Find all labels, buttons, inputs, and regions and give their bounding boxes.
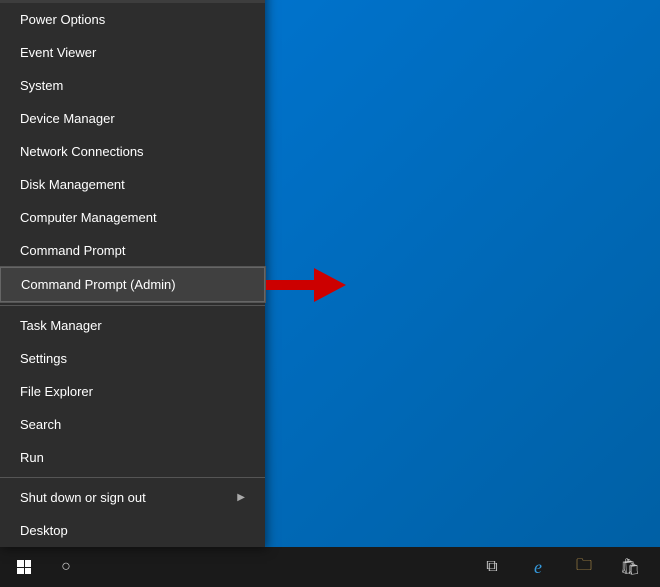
red-arrow-indicator bbox=[266, 268, 346, 302]
windows-logo-icon bbox=[17, 560, 31, 574]
taskbar-store-button[interactable]: 🛍 bbox=[608, 547, 652, 587]
menu-item-network-connections[interactable]: Network Connections bbox=[0, 135, 265, 168]
divider-2 bbox=[0, 477, 265, 478]
taskbar-file-explorer-button[interactable]: 🗀 bbox=[562, 547, 606, 587]
folder-icon: 🗀 bbox=[576, 554, 592, 581]
menu-item-file-explorer[interactable]: File Explorer bbox=[0, 375, 265, 408]
context-menu: Apps and Features Power Options Event Vi… bbox=[0, 0, 265, 547]
start-button[interactable] bbox=[0, 547, 48, 587]
menu-item-shut-down[interactable]: Shut down or sign out ▶ bbox=[0, 481, 265, 514]
taskbar-search-button[interactable]: ○ bbox=[48, 547, 84, 587]
menu-item-command-prompt[interactable]: Command Prompt bbox=[0, 234, 265, 267]
menu-item-disk-management[interactable]: Disk Management bbox=[0, 168, 265, 201]
submenu-chevron-icon: ▶ bbox=[237, 492, 245, 503]
taskbar-edge-button[interactable]: e bbox=[516, 547, 560, 587]
taskbar-task-view-button[interactable]: ⧉ bbox=[470, 547, 514, 587]
menu-item-power-options[interactable]: Power Options bbox=[0, 3, 265, 36]
menu-item-command-prompt-admin[interactable]: Command Prompt (Admin) bbox=[0, 267, 265, 302]
menu-item-device-manager[interactable]: Device Manager bbox=[0, 102, 265, 135]
taskbar: ○ ⧉ e 🗀 🛍 bbox=[0, 547, 660, 587]
menu-item-system[interactable]: System bbox=[0, 69, 265, 102]
search-icon: ○ bbox=[61, 558, 71, 576]
task-view-icon: ⧉ bbox=[486, 558, 497, 576]
menu-item-run[interactable]: Run bbox=[0, 441, 265, 474]
taskbar-icons-group: ⧉ e 🗀 🛍 bbox=[470, 547, 660, 587]
menu-item-computer-management[interactable]: Computer Management bbox=[0, 201, 265, 234]
menu-item-settings[interactable]: Settings bbox=[0, 342, 265, 375]
store-icon: 🛍 bbox=[620, 557, 640, 577]
divider-1 bbox=[0, 305, 265, 306]
menu-item-search[interactable]: Search bbox=[0, 408, 265, 441]
menu-item-desktop[interactable]: Desktop bbox=[0, 514, 265, 547]
menu-item-task-manager[interactable]: Task Manager bbox=[0, 309, 265, 342]
desktop: Apps and Features Power Options Event Vi… bbox=[0, 0, 660, 587]
edge-browser-icon: e bbox=[534, 557, 542, 578]
menu-item-event-viewer[interactable]: Event Viewer bbox=[0, 36, 265, 69]
